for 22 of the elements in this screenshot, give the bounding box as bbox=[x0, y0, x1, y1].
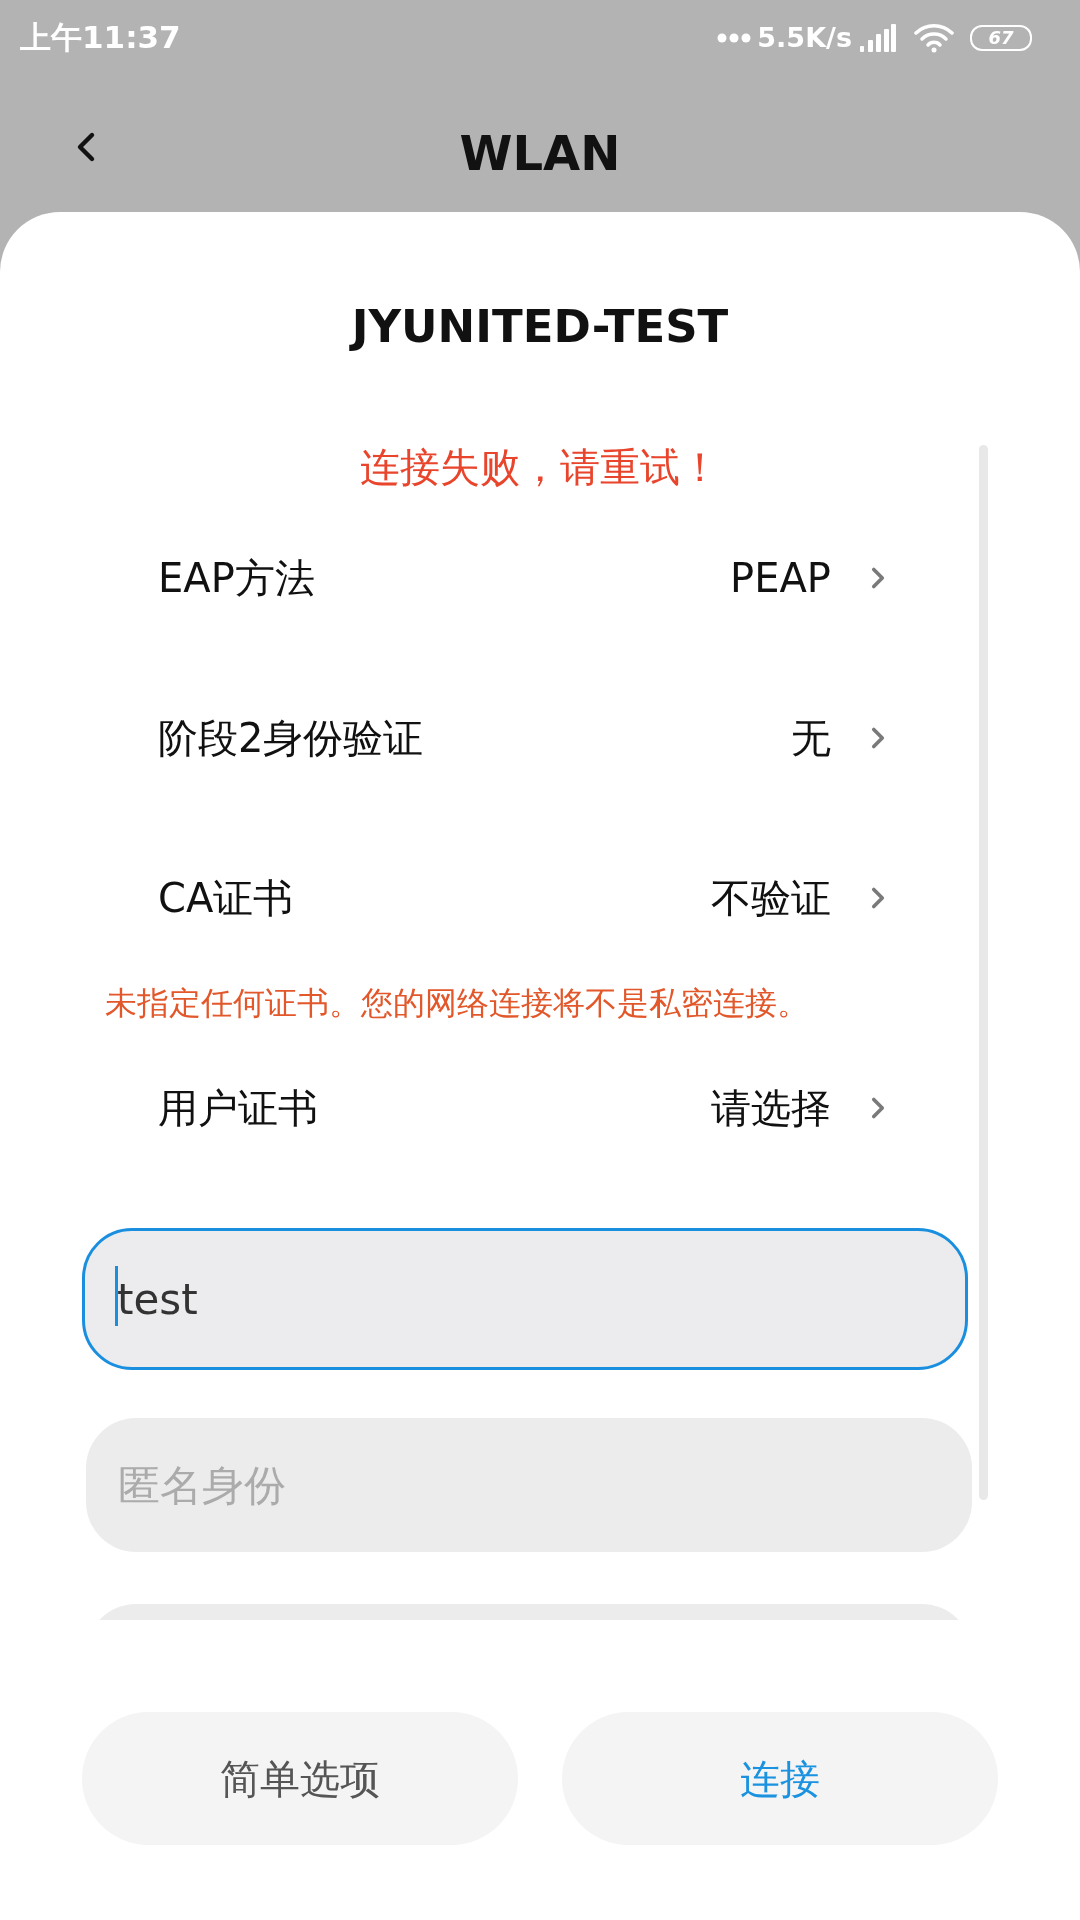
setting-label: 用户证书 bbox=[158, 1084, 318, 1132]
signal-icon bbox=[860, 23, 896, 52]
dots-icon bbox=[717, 32, 752, 43]
input-field[interactable]: test bbox=[82, 1228, 968, 1370]
warning-message: 未指定任何证书。您的网络连接将不是私密连接。 bbox=[105, 983, 809, 1024]
page-title: WLAN bbox=[459, 124, 621, 181]
setting-value[interactable]: PEAP bbox=[730, 554, 831, 602]
setting-label: 阶段2身份验证 bbox=[158, 714, 424, 762]
options-button[interactable]: 简单选项 bbox=[82, 1712, 518, 1845]
error-message: 连接失败，请重试！ bbox=[360, 443, 720, 492]
wifi-icon bbox=[914, 22, 954, 53]
setting-value[interactable]: 请选择 bbox=[711, 1084, 831, 1132]
setting-label: CA证书 bbox=[158, 874, 294, 922]
network-speed: 5.5K/s bbox=[757, 24, 852, 51]
battery-indicator: 67 bbox=[970, 24, 1032, 51]
dialog-title: JYUNITED-TEST bbox=[351, 301, 729, 353]
text-cursor-icon bbox=[115, 1266, 118, 1326]
status-time: 上午11:37 bbox=[20, 22, 181, 53]
setting-value[interactable]: 无 bbox=[791, 714, 831, 762]
setting-label: EAP方法 bbox=[158, 554, 315, 602]
input-field[interactable]: 匿名身份 bbox=[86, 1418, 972, 1552]
setting-value[interactable]: 不验证 bbox=[711, 874, 831, 922]
